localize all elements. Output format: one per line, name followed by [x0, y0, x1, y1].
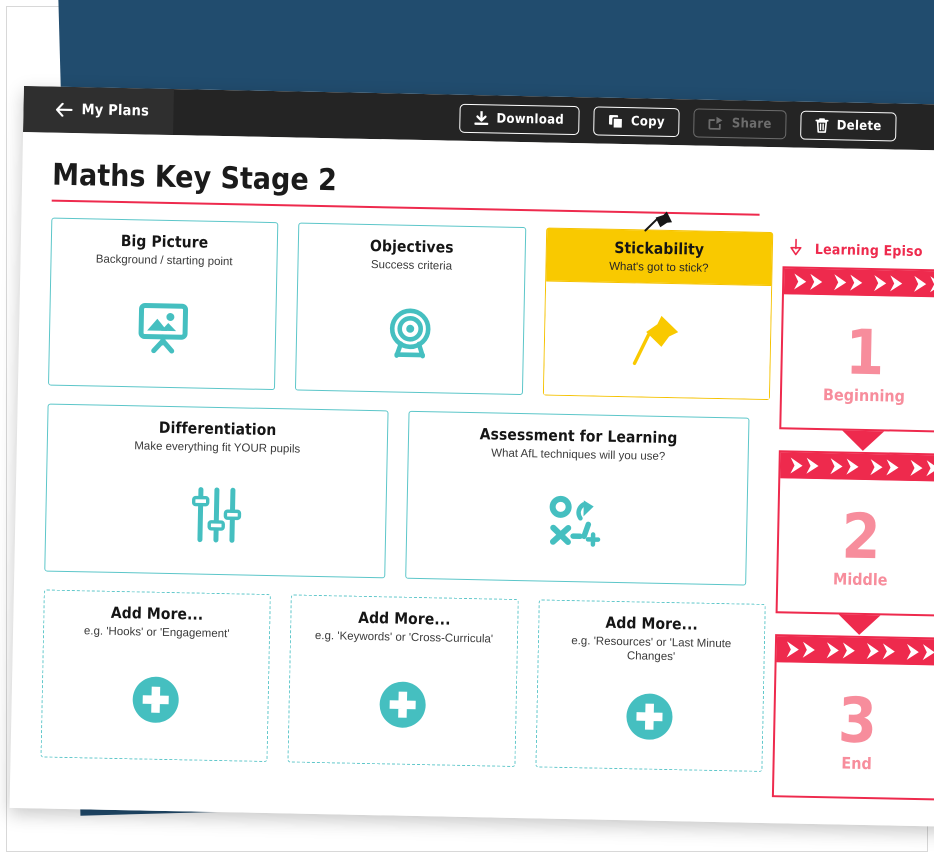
episode-name: Beginning — [822, 385, 906, 407]
card-title: Differentiation — [158, 418, 277, 440]
episode-name: End — [841, 753, 872, 774]
copy-icon — [608, 113, 624, 129]
arrow-down-outline-icon — [789, 238, 803, 261]
card-title: Add More... — [605, 613, 699, 634]
download-button[interactable]: Download — [459, 103, 580, 135]
toolbar-actions: Download Copy Share Delete — [459, 103, 897, 142]
episode-number: 2 — [841, 499, 882, 573]
sliders-icon — [45, 452, 386, 577]
card-row-1: Big Picture Background / starting point — [47, 211, 774, 401]
card-title: Big Picture — [120, 231, 209, 252]
chevron-strip-icon — [776, 636, 934, 666]
stickability-header: Stickability What's got to stick? — [545, 211, 773, 286]
plan-sheet: Maths Key Stage 2 Big Picture Background… — [9, 131, 934, 827]
app-window: My Plans Download Copy Share Delete Math… — [9, 86, 934, 827]
easel-image-icon — [49, 266, 277, 389]
card-stickability[interactable]: Stickability What's got to stick? — [542, 211, 774, 401]
card-row-3: Add More... e.g. 'Hooks' or 'Engagement'… — [40, 589, 766, 772]
card-row-2: Differentiation Make everything fit YOUR… — [44, 403, 769, 586]
card-objectives[interactable]: Objectives Success criteria — [295, 222, 526, 396]
trash-icon — [815, 117, 829, 133]
learning-episodes-header: Learning Episo — [783, 232, 934, 270]
plus-circle-icon[interactable] — [42, 638, 270, 761]
plan-body: Big Picture Background / starting point — [10, 211, 934, 801]
download-label: Download — [496, 110, 565, 128]
plan-cards-column: Big Picture Background / starting point — [40, 211, 774, 797]
episode-block-3: 3 End — [771, 634, 934, 801]
delete-button[interactable]: Delete — [800, 110, 897, 142]
episode-number: 1 — [844, 315, 885, 389]
episode-name: Middle — [832, 569, 888, 590]
pushpin-icon — [543, 280, 772, 400]
episode-card-2[interactable]: 2 Middle — [775, 450, 934, 617]
episode-body: 3 End — [774, 662, 934, 798]
card-title: Add More... — [357, 608, 451, 629]
learning-episodes-column: Learning Episo 1 Beginning 2 Middle 3 En… — [762, 232, 934, 801]
plus-circle-icon[interactable] — [536, 662, 763, 771]
target-icon — [296, 271, 524, 394]
share-icon — [708, 116, 724, 130]
card-subtitle: What's got to stick? — [609, 260, 709, 275]
episode-body: 2 Middle — [778, 478, 934, 614]
card-add-more-2[interactable]: Add More... e.g. 'Keywords' or 'Cross-Cu… — [287, 594, 519, 767]
chevron-strip-icon — [783, 268, 934, 298]
download-icon — [474, 110, 489, 126]
episode-block-1: 1 Beginning — [779, 266, 934, 454]
card-add-more-1[interactable]: Add More... e.g. 'Hooks' or 'Engagement' — [40, 589, 272, 763]
share-label: Share — [731, 115, 772, 132]
share-button[interactable]: Share — [693, 107, 787, 139]
card-title: Add More... — [110, 603, 204, 624]
copy-label: Copy — [630, 113, 665, 130]
chevron-strip-icon — [780, 452, 934, 482]
screenshot-canvas: My Plans Download Copy Share Delete Math… — [0, 0, 934, 858]
card-add-more-3[interactable]: Add More... e.g. 'Resources' or 'Last Mi… — [535, 599, 766, 772]
card-title: Objectives — [369, 236, 454, 257]
arrow-left-icon — [55, 102, 73, 117]
plus-circle-icon[interactable] — [289, 643, 517, 766]
delete-label: Delete — [836, 117, 882, 134]
episode-card-1[interactable]: 1 Beginning — [779, 266, 934, 433]
card-assessment-for-learning[interactable]: Assessment for Learning What AfL techniq… — [405, 410, 750, 586]
episode-body: 1 Beginning — [781, 294, 934, 430]
strategy-icon — [406, 459, 747, 584]
card-subtitle: e.g. 'Resources' or 'Last Minute Changes… — [571, 635, 732, 664]
copy-button[interactable]: Copy — [592, 105, 681, 137]
learning-episodes-label: Learning Episo — [814, 241, 923, 261]
card-big-picture[interactable]: Big Picture Background / starting point — [47, 217, 279, 391]
back-label: My Plans — [81, 102, 150, 120]
episode-card-3[interactable]: 3 End — [771, 634, 934, 801]
card-title: Assessment for Learning — [479, 425, 678, 448]
back-to-my-plans-button[interactable]: My Plans — [23, 86, 174, 136]
card-differentiation[interactable]: Differentiation Make everything fit YOUR… — [44, 403, 389, 579]
episode-block-2: 2 Middle — [775, 450, 934, 638]
episode-number: 3 — [837, 683, 878, 757]
